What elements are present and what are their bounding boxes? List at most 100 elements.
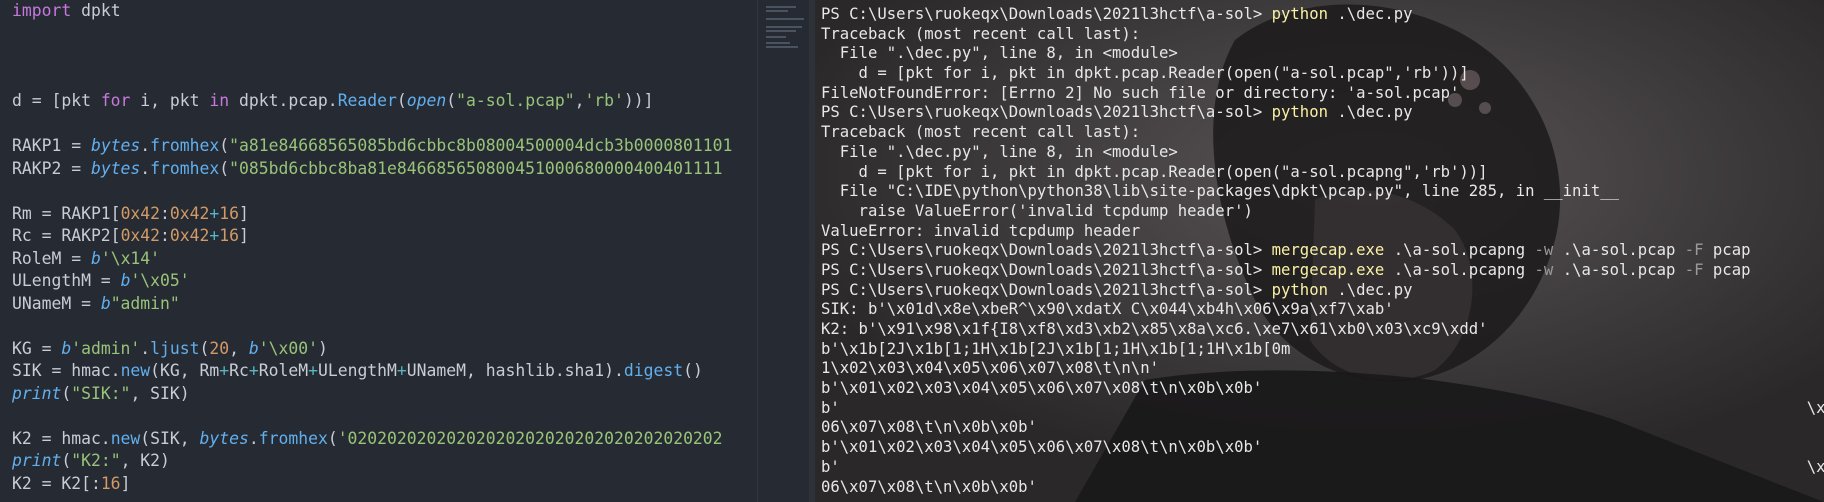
terminal-panel[interactable]: PS C:\Users\ruokeqx\Downloads\2021l3hctf… xyxy=(815,0,1824,502)
terminal-line: PS C:\Users\ruokeqx\Downloads\2021l3hctf… xyxy=(821,5,1824,25)
terminal-token: -F xyxy=(1684,241,1704,260)
code-token: 16 xyxy=(219,226,240,245)
code-lines[interactable]: import dpkt​​​d = [pkt for i, pkt in dpk… xyxy=(12,0,757,495)
terminal-line: PS C:\Users\ruokeqx\Downloads\2021l3hctf… xyxy=(821,241,1824,261)
code-token: SIK = hmac. xyxy=(12,361,121,380)
code-token: print xyxy=(12,383,62,403)
code-token: '\x14' xyxy=(100,248,161,268)
code-token: new xyxy=(120,361,151,380)
terminal-line: Traceback (most recent call last): xyxy=(821,123,1824,143)
terminal-line: b'\x01\x02\x03\x04\x05\x06\x07\x08\t\n\x… xyxy=(821,438,1824,458)
terminal-line: d = [pkt for i, pkt in dpkt.pcap.Reader(… xyxy=(821,163,1824,183)
code-token: Rc = RAKP2[ xyxy=(12,226,121,245)
terminal-token: PS C:\Users\ruokeqx\Downloads\2021l3hctf… xyxy=(821,260,1272,279)
code-line: import dpkt xyxy=(12,0,757,23)
terminal-line: 06\x07\x08\t\n\x0b\x0b' xyxy=(821,418,1824,438)
terminal-token: PS C:\Users\ruokeqx\Downloads\2021l3hctf… xyxy=(821,5,1272,23)
terminal-token: 1\x02\x03\x04\x05\x06\x07\x08\t\n\n' xyxy=(821,359,1159,378)
code-token: 16 xyxy=(100,473,121,493)
terminal-token: .\dec.py xyxy=(1327,280,1413,299)
code-token: ) xyxy=(317,338,328,358)
code-token: ULengthM = xyxy=(12,271,121,290)
terminal-line: d = [pkt for i, pkt in dpkt.pcap.Reader(… xyxy=(821,64,1824,84)
code-line: RoleM = b'\x14' xyxy=(12,248,757,271)
minimap-line xyxy=(766,18,804,20)
code-token: 'admin' xyxy=(71,338,141,358)
editor-minimap[interactable] xyxy=(757,0,810,502)
code-line: print("K2:", K2) xyxy=(12,450,757,473)
code-token: b xyxy=(120,271,131,290)
code-line: d = [pkt for i, pkt in dpkt.pcap.Reader(… xyxy=(12,90,757,113)
code-editor[interactable]: import dpkt​​​d = [pkt for i, pkt in dpk… xyxy=(0,0,757,502)
terminal-token: PS C:\Users\ruokeqx\Downloads\2021l3hctf… xyxy=(821,280,1272,299)
code-token: ( xyxy=(199,338,210,358)
code-token: UNameM, hashlib.sha1). xyxy=(406,361,624,380)
code-token: , SIK) xyxy=(130,383,190,403)
code-token: Rc xyxy=(229,361,249,380)
terminal-token: d = [pkt for i, pkt in dpkt.pcap.Reader(… xyxy=(821,162,1488,181)
terminal-token: .\dec.py xyxy=(1327,103,1413,122)
code-token: fromhex xyxy=(150,136,220,155)
code-token: RAKP2 = xyxy=(12,158,91,178)
code-token: ( xyxy=(219,136,230,155)
terminal-line: b' \x xyxy=(821,399,1824,419)
terminal-line: PS C:\Users\ruokeqx\Downloads\2021l3hctf… xyxy=(821,281,1824,301)
code-token: "085bd6cbbc8ba81e84668565080045100068000… xyxy=(229,158,723,178)
code-token: (SIK, xyxy=(140,428,200,448)
terminal-token: pcap xyxy=(1703,241,1751,260)
code-token: RoleM xyxy=(258,361,309,380)
terminal-token: .\a-sol.pcap xyxy=(1553,241,1685,260)
code-line: RAKP1 = bytes.fromhex("a81e84668565085bd… xyxy=(12,135,757,158)
terminal-line: 06\x07\x08\t\n\x0b\x0b' xyxy=(821,478,1824,498)
code-token: 'rb' xyxy=(584,91,624,110)
code-token: "K2:" xyxy=(71,451,121,470)
terminal-line: b'\x01\x02\x03\x04\x05\x06\x07\x08\t\n\x… xyxy=(821,379,1824,399)
code-line: Rm = RAKP1[0x42:0x42+16] xyxy=(12,203,757,226)
terminal-line: b'\x1b[2J\x1b[1;1H\x1b[2J\x1b[1;1H\x1b[1… xyxy=(821,340,1824,360)
code-token: . xyxy=(140,136,151,155)
code-token: Reader xyxy=(337,91,397,110)
terminal-line: PS C:\Users\ruokeqx\Downloads\2021l3hctf… xyxy=(821,103,1824,123)
terminal-line: ValueError: invalid tcpdump header xyxy=(821,222,1824,242)
code-token: , xyxy=(229,338,249,358)
code-token: + xyxy=(209,203,220,223)
code-token: for xyxy=(100,91,131,110)
terminal-token: .\a-sol.pcapng xyxy=(1384,241,1535,260)
code-token: ( xyxy=(219,158,230,178)
terminal-output[interactable]: PS C:\Users\ruokeqx\Downloads\2021l3hctf… xyxy=(821,5,1824,497)
code-token: "SIK:" xyxy=(71,383,131,403)
code-token: b xyxy=(248,338,259,358)
terminal-token: File ".\dec.py", line 8, in <module> xyxy=(821,142,1178,161)
code-line: ​ xyxy=(12,180,757,203)
code-token: . xyxy=(248,428,259,448)
minimap-line xyxy=(766,46,798,48)
code-token: + xyxy=(308,361,318,380)
terminal-token: python xyxy=(1271,280,1328,299)
terminal-token: File "C:\IDE\python\python38\lib\site-pa… xyxy=(821,182,1619,201)
code-token: 0x42 xyxy=(169,203,210,223)
code-token: RoleM = xyxy=(12,248,91,268)
terminal-token: -w xyxy=(1534,260,1554,279)
terminal-token: raise ValueError('invalid tcpdump header… xyxy=(821,201,1253,220)
terminal-token: b' \x xyxy=(821,398,1824,417)
terminal-token: d = [pkt for i, pkt in dpkt.pcap.Reader(… xyxy=(821,64,1469,83)
code-token: print xyxy=(12,451,62,470)
code-line: Rc = RAKP2[0x42:0x42+16] xyxy=(12,225,757,248)
code-token: new xyxy=(110,428,141,448)
code-token: '\x05' xyxy=(130,271,190,290)
code-line: UNameM = b"admin" xyxy=(12,293,757,316)
terminal-token: b' \x xyxy=(821,457,1824,476)
terminal-token: -w xyxy=(1534,241,1554,260)
terminal-token: Traceback (most recent call last): xyxy=(821,123,1141,142)
code-token: + xyxy=(248,361,259,380)
terminal-token: K2: b'\x91\x98\x1f{I8\xf8\xd3\xb2\x85\x8… xyxy=(821,320,1488,338)
code-token: fromhex xyxy=(150,158,220,178)
code-line: K2 = K2[:16] xyxy=(12,473,757,496)
terminal-token: .\dec.py xyxy=(1327,5,1413,23)
code-token: bytes xyxy=(90,136,141,155)
terminal-line: File ".\dec.py", line 8, in <module> xyxy=(821,143,1824,163)
code-token: , K2) xyxy=(120,451,170,470)
minimap-line xyxy=(766,36,786,38)
code-token: Rm = RAKP1[ xyxy=(12,203,121,223)
code-line: RAKP2 = bytes.fromhex("085bd6cbbc8ba81e8… xyxy=(12,158,757,181)
